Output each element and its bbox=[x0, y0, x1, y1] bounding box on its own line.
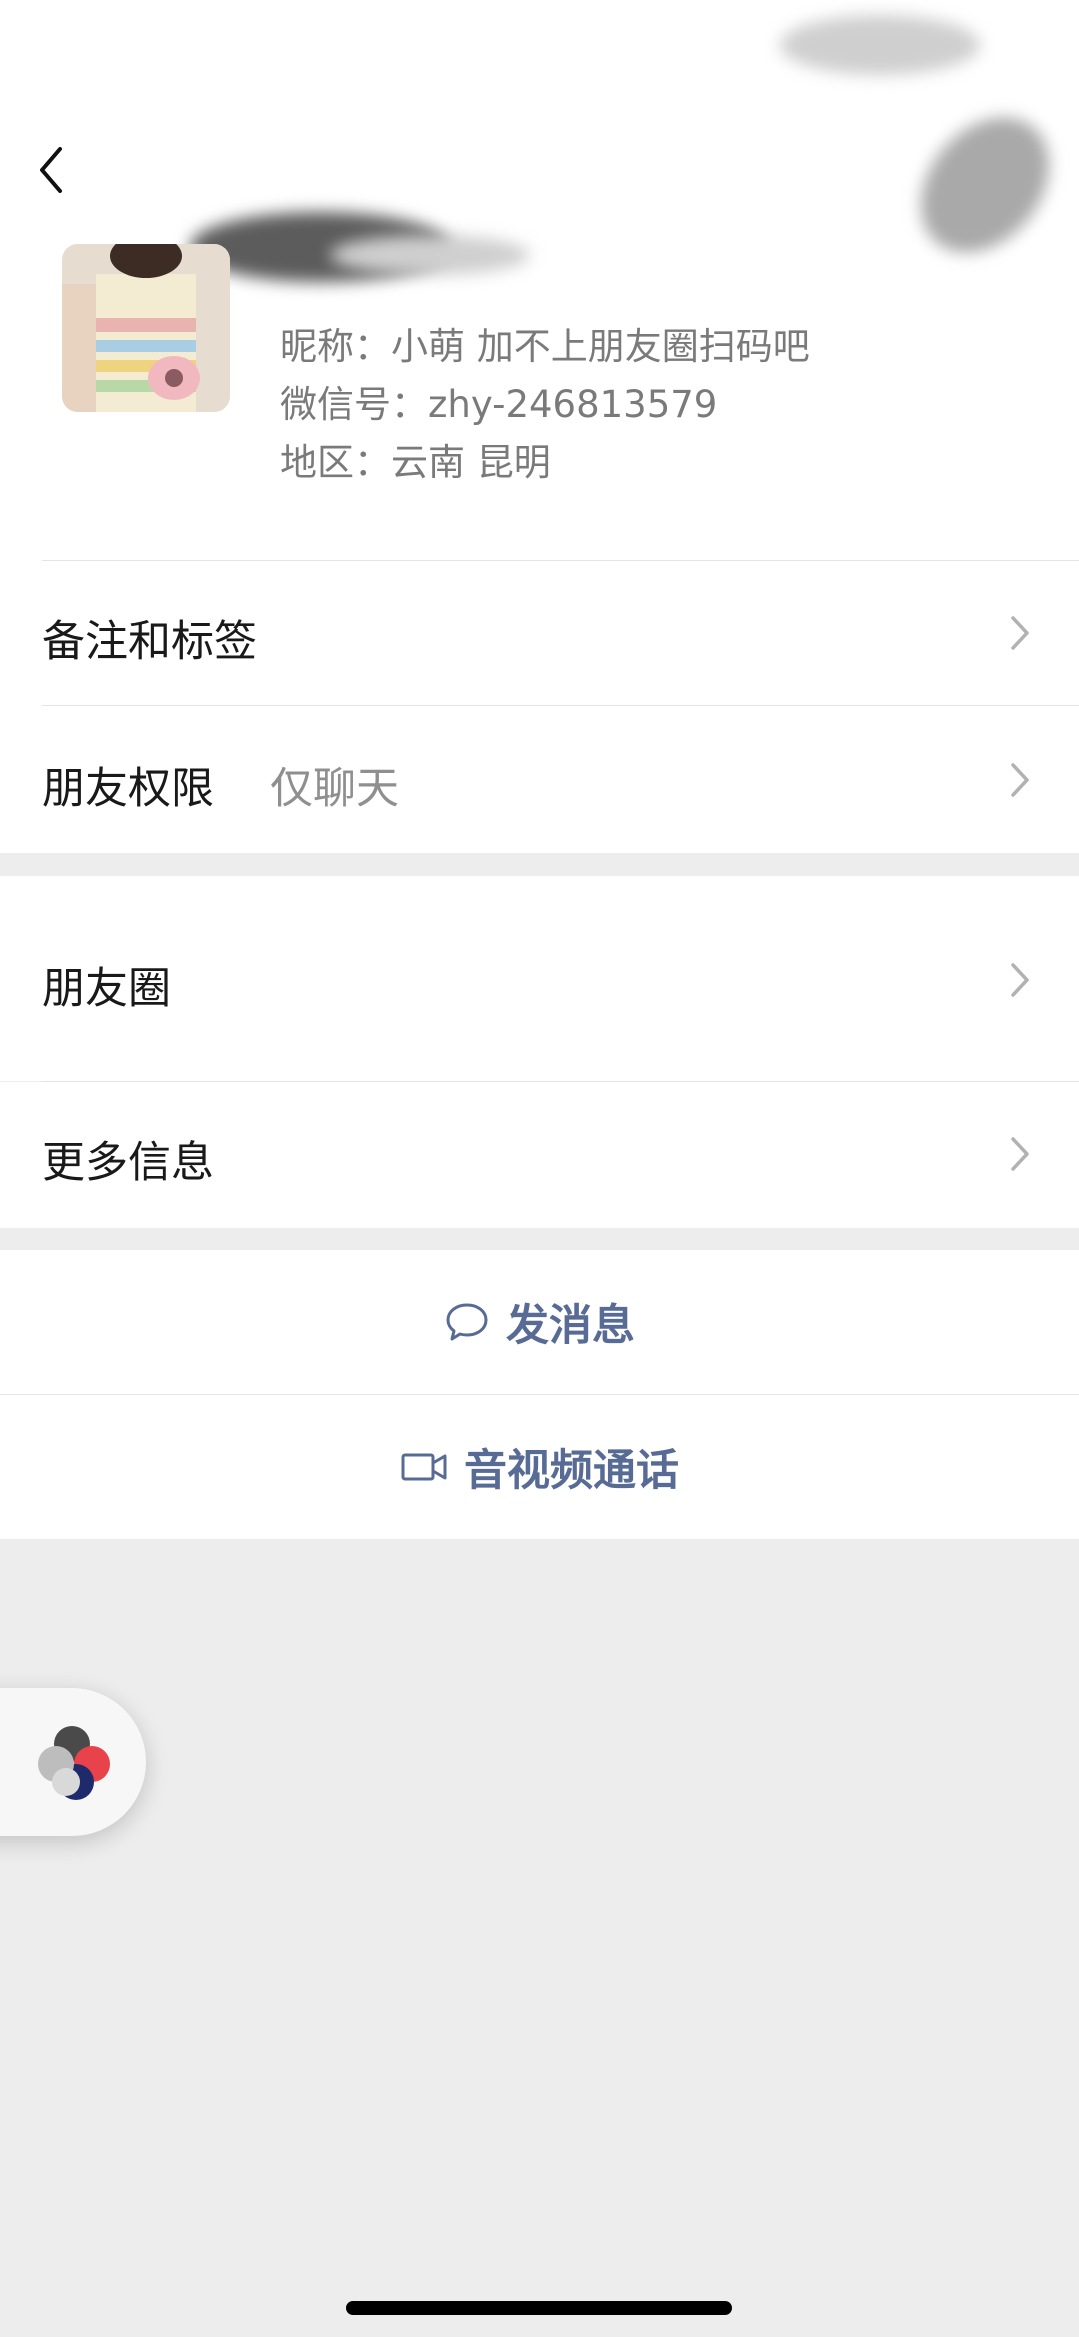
moments-label: 朋友圈 bbox=[42, 964, 171, 1014]
video-camera-icon bbox=[401, 1453, 447, 1481]
floating-window-button[interactable] bbox=[0, 1688, 146, 1836]
avatar[interactable] bbox=[62, 244, 230, 412]
wechat-id-text: 微信号：zhy-246813579 bbox=[280, 383, 718, 426]
remark-tags-row[interactable]: 备注和标签 bbox=[0, 561, 1079, 705]
back-button[interactable] bbox=[36, 145, 86, 201]
nickname-text: 昵称：小萌 加不上朋友圈扫码吧 bbox=[280, 325, 810, 368]
more-info-row[interactable]: 更多信息 bbox=[0, 1082, 1079, 1228]
floating-window-icon bbox=[38, 1726, 110, 1800]
chat-bubble-icon bbox=[446, 1303, 488, 1341]
region-text: 地区：云南 昆明 bbox=[280, 441, 551, 484]
moments-row[interactable]: 朋友圈 bbox=[0, 876, 1079, 1081]
chevron-right-icon bbox=[1011, 963, 1029, 997]
redaction-smudge bbox=[780, 15, 980, 75]
home-indicator[interactable] bbox=[346, 2301, 732, 2315]
redaction-smudge bbox=[330, 235, 530, 275]
video-call-button[interactable]: 音视频通话 bbox=[0, 1395, 1079, 1539]
chevron-right-icon bbox=[1011, 616, 1029, 650]
friend-permission-label: 朋友权限 bbox=[42, 764, 214, 814]
avatar-image bbox=[62, 244, 230, 412]
chevron-right-icon bbox=[1011, 1137, 1029, 1171]
profile-header: 昵称：小萌 加不上朋友圈扫码吧 微信号：zhy-246813579 地区：云南 … bbox=[0, 0, 1079, 853]
friend-permission-value: 仅聊天 bbox=[270, 764, 399, 814]
send-message-button[interactable]: 发消息 bbox=[0, 1250, 1079, 1394]
friend-permission-row[interactable]: 朋友权限 仅聊天 bbox=[0, 706, 1079, 853]
more-info-label: 更多信息 bbox=[42, 1138, 214, 1188]
remark-tags-label: 备注和标签 bbox=[42, 617, 257, 667]
video-call-label: 音视频通话 bbox=[464, 1446, 679, 1496]
send-message-label: 发消息 bbox=[506, 1301, 635, 1351]
chevron-right-icon bbox=[1011, 763, 1029, 797]
chevron-left-icon bbox=[40, 147, 62, 193]
redaction-smudge bbox=[894, 92, 1076, 278]
